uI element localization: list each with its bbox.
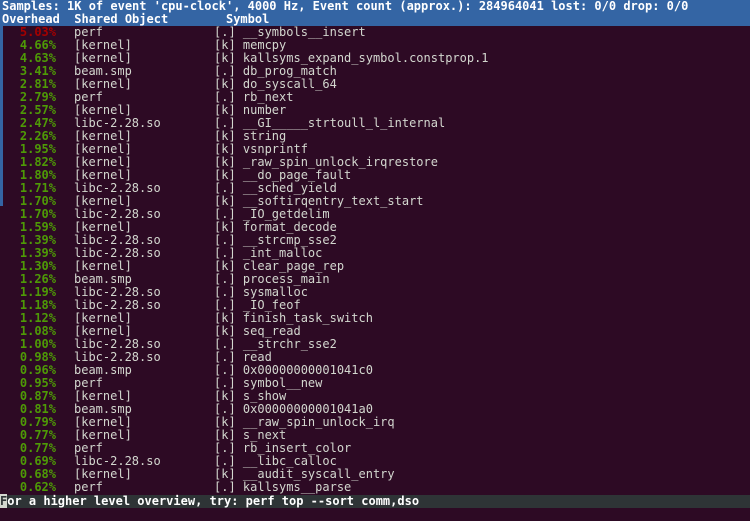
row-symbol: [.] sysmalloc: [214, 285, 308, 299]
row-symbol: [k] kallsyms_expand_symbol.constprop.1: [214, 51, 489, 65]
report-rows[interactable]: 5.03% perf [.] __symbols__insert 4.66% [kern…: [0, 26, 750, 495]
column-header-overhead[interactable]: Overhead: [2, 12, 60, 26]
row-symbol: [.] _IO_feof: [214, 298, 301, 312]
row-symbol: [.] kallsyms__parse: [214, 480, 352, 494]
row-symbol: [.] _int_malloc: [214, 246, 323, 260]
row-symbol: [k] s_next: [214, 428, 287, 442]
row-symbol: [.] __strcmp_sse2: [214, 233, 337, 247]
table-row[interactable]: 0.77% [kernel] [k] s_next: [0, 429, 750, 442]
table-row[interactable]: 0.62% perf [.] kallsyms__parse: [0, 481, 750, 494]
row-symbol: [.] symbol__new: [214, 376, 323, 390]
row-symbol: [k] vsnprintf: [214, 142, 308, 156]
row-symbol: [.] db_prog_match: [214, 64, 337, 78]
row-symbol: [.] __libc_calloc: [214, 454, 337, 468]
row-symbol: [.] read: [214, 350, 272, 364]
row-overhead: 0.62%: [19, 480, 56, 494]
row-symbol: [k] __do_page_fault: [214, 168, 352, 182]
row-symbol: [k] format_decode: [214, 220, 337, 234]
row-symbol: [.] __sched_yield: [214, 181, 337, 195]
status-hint-bar: For a higher level overview, try: perf t…: [0, 494, 750, 508]
row-symbol: [.] 0x00000000001041a0: [214, 402, 373, 416]
column-header-shared-object[interactable]: Shared Object: [74, 12, 168, 26]
column-gap: [60, 12, 74, 26]
row-symbol: [k] do_syscall_64: [214, 77, 337, 91]
row-symbol: [k] finish_task_switch: [214, 311, 373, 325]
row-shared-object: perf: [74, 480, 103, 494]
row-symbol: [.] __GI_____strtoull_l_internal: [214, 116, 446, 130]
row-symbol: [.] __strchr_sse2: [214, 337, 337, 351]
row-symbol: [k] memcpy: [214, 38, 287, 52]
status-hint-text: or a higher level overview, try: perf to…: [7, 494, 420, 508]
terminal-window: Samples: 1K of event 'cpu-clock', 4000 H…: [0, 0, 750, 521]
table-row[interactable]: 2.81% [kernel] [k] do_syscall_64: [0, 78, 750, 91]
row-symbol: [k] string: [214, 129, 287, 143]
row-symbol: [k] number: [214, 103, 287, 117]
column-gap-2: [168, 12, 226, 26]
table-row[interactable]: 0.96% beam.smp [.] 0x00000000001041c0: [0, 364, 750, 377]
row-symbol: [.] _IO_getdelim: [214, 207, 330, 221]
column-headers: Overhead Shared Object Symbol: [0, 13, 750, 26]
row-symbol: [k] __audit_syscall_entry: [214, 467, 395, 481]
row-symbol: [.] rb_insert_color: [214, 441, 352, 455]
row-symbol: [.] rb_next: [214, 90, 294, 104]
terminal-bottom-padding: [0, 508, 750, 521]
row-symbol: [k] seq_read: [214, 324, 301, 338]
table-row[interactable]: 0.68% [kernel] [k] __audit_syscall_entry: [0, 468, 750, 481]
row-symbol: [.] process_main: [214, 272, 330, 286]
row-symbol: [k] __softirqentry_text_start: [214, 194, 424, 208]
row-symbol: [k] clear_page_rep: [214, 259, 345, 273]
row-symbol: [k] s_show: [214, 389, 287, 403]
row-symbol: [k] __raw_spin_unlock_irq: [214, 415, 395, 429]
row-symbol: [k] _raw_spin_unlock_irqrestore: [214, 155, 438, 169]
column-header-symbol[interactable]: Symbol: [226, 12, 269, 26]
row-symbol: [.] 0x00000000001041c0: [214, 363, 373, 377]
